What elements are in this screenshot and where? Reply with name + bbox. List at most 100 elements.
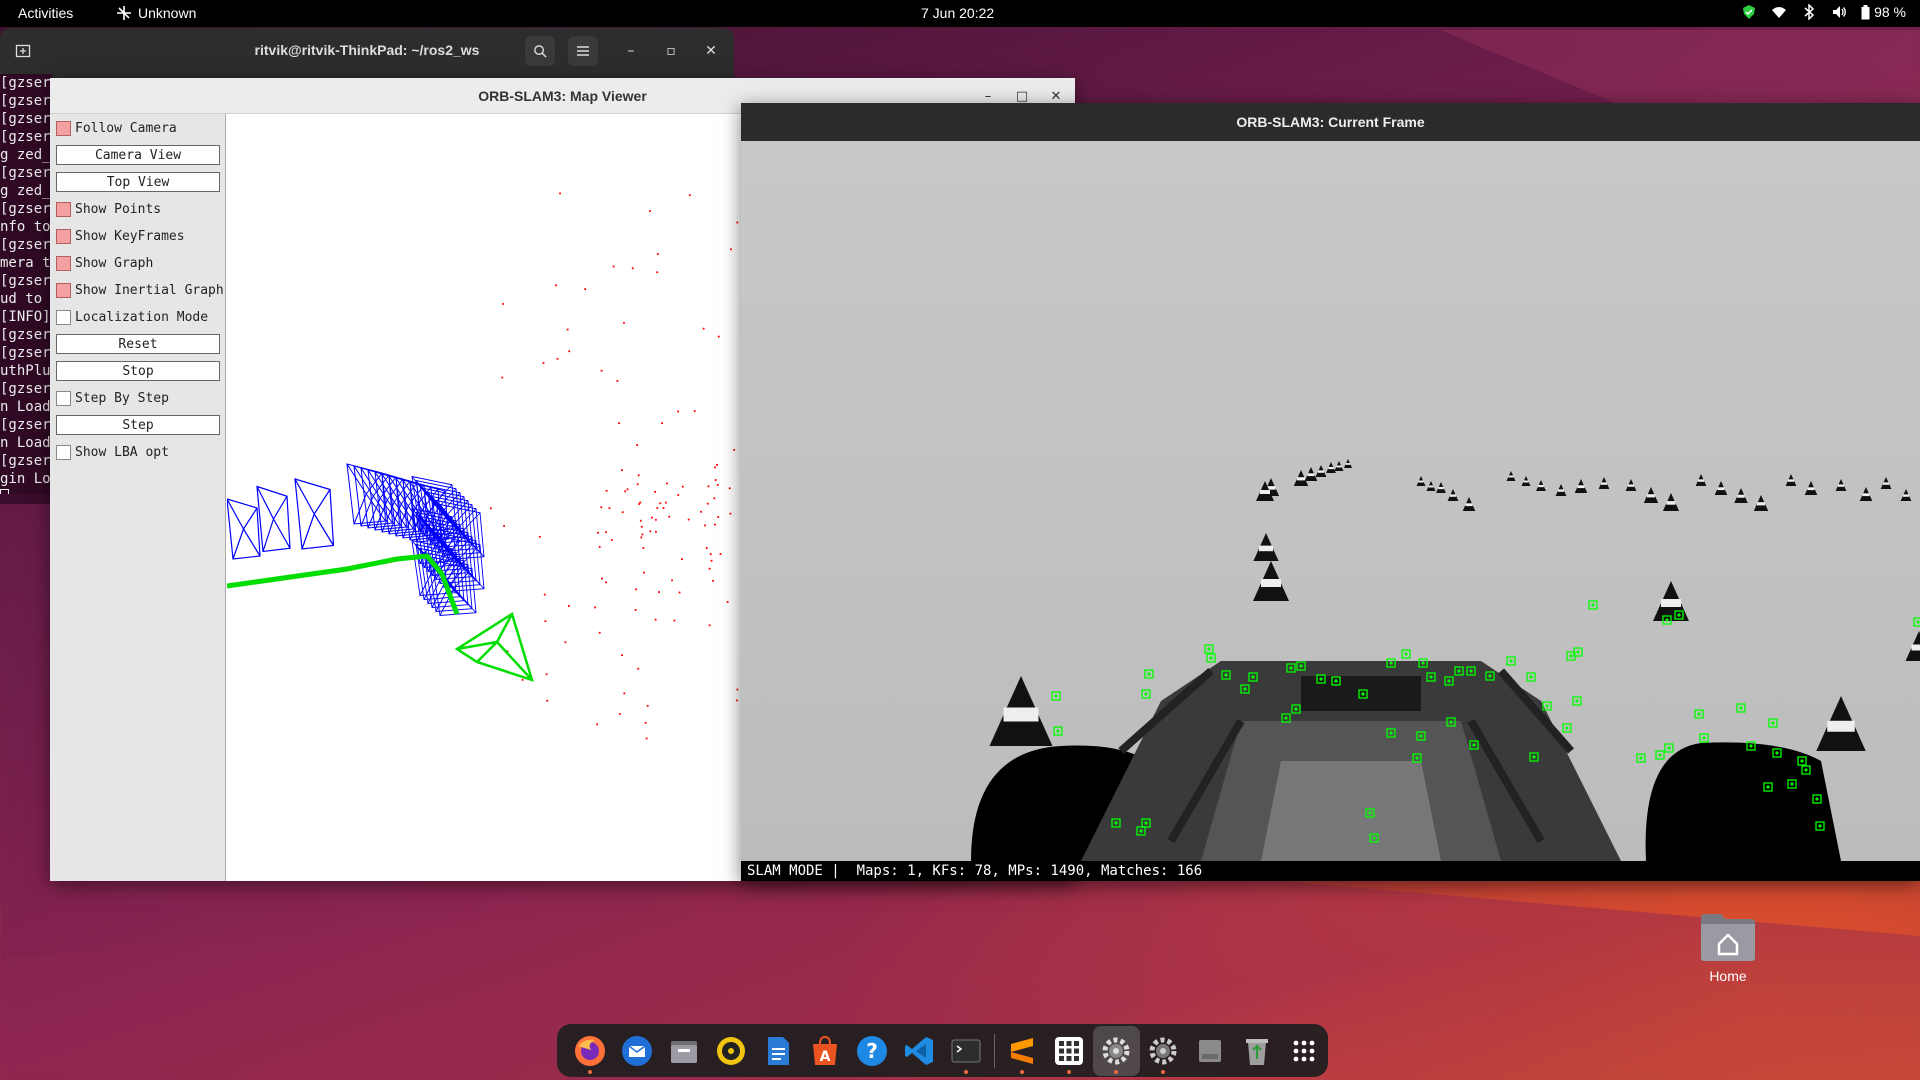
dock-firefox[interactable] bbox=[566, 1026, 613, 1076]
map-point bbox=[600, 369, 603, 372]
svg-text:A: A bbox=[819, 1049, 830, 1065]
checkbox-label: Show Graph bbox=[75, 255, 154, 271]
checkbox-label: Show LBA opt bbox=[75, 444, 169, 460]
feature-point bbox=[1449, 720, 1453, 724]
battery-indicator[interactable]: 98 % bbox=[1861, 4, 1906, 20]
svg-text:?: ? bbox=[866, 1039, 878, 1063]
running-dot bbox=[1114, 1069, 1119, 1074]
feature-point bbox=[1243, 687, 1247, 691]
show-points-checkbox[interactable]: Show Points bbox=[56, 199, 161, 219]
top-view-button[interactable]: Top View bbox=[56, 172, 220, 192]
volume-icon[interactable] bbox=[1831, 4, 1847, 20]
terminal-output[interactable]: [gzser [gzser [gzser [gzser g zed_ [gzser g ze… bbox=[0, 74, 52, 494]
show-inertial-graph-checkbox[interactable]: Show Inertial Graph bbox=[56, 280, 224, 300]
activities-button[interactable]: Activities bbox=[18, 5, 73, 21]
terminal-line: [gzser bbox=[0, 111, 51, 127]
map-point bbox=[566, 328, 569, 331]
shield-icon[interactable] bbox=[1741, 4, 1757, 20]
feature-point bbox=[1677, 613, 1681, 617]
cone-stripe bbox=[1261, 579, 1281, 587]
minimize-button[interactable]: – bbox=[616, 36, 646, 66]
show-graph-checkbox[interactable]: Show Graph bbox=[56, 253, 153, 273]
dock-terminal[interactable] bbox=[943, 1026, 990, 1076]
minimize-icon: – bbox=[984, 88, 992, 104]
close-icon: ✕ bbox=[1050, 88, 1062, 104]
camera-view-button[interactable]: Camera View bbox=[56, 145, 220, 165]
firefox-icon bbox=[574, 1035, 605, 1066]
dock-settings[interactable] bbox=[1140, 1026, 1187, 1076]
localization-mode-checkbox[interactable]: Localization Mode bbox=[56, 307, 208, 327]
feature-point bbox=[1299, 664, 1303, 668]
map-point bbox=[681, 558, 683, 561]
terminal-window[interactable]: ritvik@ritvik-ThinkPad: ~/ros2_ws – ▫ ✕ bbox=[0, 28, 734, 84]
maximize-button[interactable]: ▫ bbox=[656, 36, 686, 66]
step-button[interactable]: Step bbox=[56, 415, 220, 435]
desktop-home-icon[interactable]: Home bbox=[1690, 910, 1766, 984]
cone-stripe bbox=[1538, 484, 1544, 488]
show-keyframes-checkbox[interactable]: Show KeyFrames bbox=[56, 226, 185, 246]
map-point bbox=[639, 519, 642, 522]
cone-stripe bbox=[1307, 473, 1315, 477]
system-tray[interactable]: 98 % bbox=[1741, 4, 1906, 20]
map-point bbox=[584, 288, 587, 291]
cone-stripe bbox=[1345, 463, 1351, 465]
feature-point bbox=[1319, 677, 1323, 681]
feature-point bbox=[1469, 669, 1473, 673]
dock-help[interactable]: ? bbox=[848, 1026, 895, 1076]
dock-sublime[interactable] bbox=[999, 1026, 1046, 1076]
reset-button[interactable]: Reset bbox=[56, 334, 220, 354]
map-point bbox=[729, 512, 732, 515]
terminal-icon bbox=[951, 1039, 981, 1062]
dock-settings-active[interactable] bbox=[1092, 1025, 1140, 1076]
map-point bbox=[542, 362, 545, 364]
feature-point bbox=[1144, 821, 1148, 825]
feature-point bbox=[1569, 654, 1573, 658]
feature-point bbox=[1209, 656, 1213, 660]
map-point bbox=[594, 606, 596, 609]
map-point bbox=[618, 422, 620, 425]
wifi-icon[interactable] bbox=[1771, 4, 1787, 20]
feature-point bbox=[1368, 811, 1372, 815]
dock-show-apps[interactable] bbox=[1281, 1026, 1328, 1076]
dock-app-center[interactable]: A bbox=[801, 1026, 848, 1076]
close-button[interactable]: ✕ bbox=[696, 36, 726, 66]
map-point bbox=[556, 357, 559, 360]
map-point bbox=[597, 531, 599, 534]
feature-point bbox=[1532, 755, 1536, 759]
step-by-step-checkbox[interactable]: Step By Step bbox=[56, 388, 169, 408]
menu-button[interactable] bbox=[568, 36, 598, 66]
dock-rhythmbox[interactable] bbox=[707, 1026, 754, 1076]
cone-stripe bbox=[1862, 493, 1870, 497]
current-frame-window[interactable]: ORB-SLAM3: Current Frame SLAM MODE | Map… bbox=[741, 103, 1920, 881]
keyframe-frustum bbox=[227, 498, 261, 560]
show-lba-opt-checkbox[interactable]: Show LBA opt bbox=[56, 442, 169, 462]
map-point bbox=[702, 327, 705, 330]
dock-vscode[interactable] bbox=[895, 1026, 942, 1076]
search-button[interactable] bbox=[525, 36, 555, 66]
map-point bbox=[656, 507, 659, 509]
dock-writer[interactable] bbox=[754, 1026, 801, 1076]
maximize-icon: □ bbox=[1015, 88, 1029, 104]
settings-icon bbox=[1149, 1037, 1177, 1064]
follow-camera-checkbox[interactable]: Follow Camera bbox=[56, 118, 177, 138]
map-point bbox=[659, 502, 662, 505]
map-point bbox=[568, 350, 571, 353]
dock-thunderbird[interactable] bbox=[613, 1026, 660, 1076]
bluetooth-icon[interactable] bbox=[1801, 4, 1817, 20]
stop-button[interactable]: Stop bbox=[56, 361, 220, 381]
clock[interactable]: 7 Jun 20:22 bbox=[921, 5, 994, 21]
map-point bbox=[623, 692, 626, 695]
dock-trash[interactable] bbox=[1234, 1026, 1281, 1076]
right-fender bbox=[1645, 742, 1841, 861]
checkbox-label: Show Inertial Graph bbox=[75, 282, 224, 298]
app-menu[interactable]: Unknown bbox=[116, 5, 196, 21]
dock-grid-app[interactable] bbox=[1046, 1026, 1093, 1076]
map-point bbox=[605, 489, 608, 492]
map-point bbox=[636, 444, 639, 447]
map-point bbox=[555, 284, 558, 287]
map-point bbox=[641, 533, 644, 536]
dock-files[interactable] bbox=[660, 1026, 707, 1076]
terminal-line: [gzser bbox=[0, 417, 51, 433]
map-point bbox=[621, 511, 624, 514]
dock-disk[interactable] bbox=[1187, 1026, 1234, 1076]
